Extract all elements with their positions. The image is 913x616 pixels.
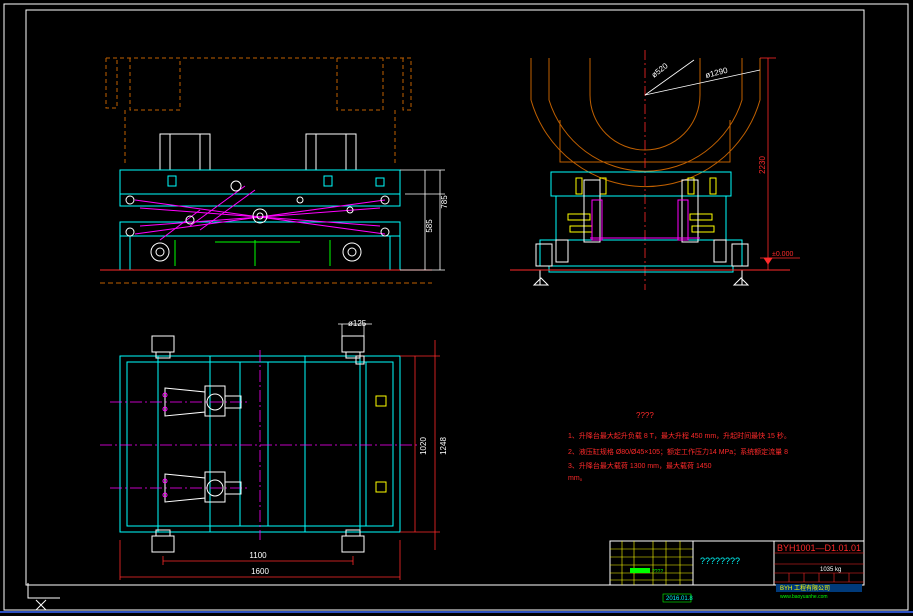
front-dim-585: 585 (425, 219, 434, 233)
side-elevation: ±0.000 (772, 251, 793, 258)
outer-frame (3, 3, 909, 611)
inner-frame (25, 9, 865, 586)
notes-line-3: 3、升降台最大载荷 1300 mm，最大载荷 1450 (568, 461, 712, 470)
plan-view: ø125 1100 1600 1020 1248 (100, 319, 448, 580)
side-dia-520: ø520 (650, 61, 670, 80)
front-view: 585 785 (100, 57, 449, 284)
plan-dia-125: ø125 (348, 319, 367, 328)
front-dim-785: 785 (440, 195, 449, 209)
plan-dim-1100: 1100 (249, 551, 267, 560)
title-drawing-number: BYH1001—D1.01.01 (777, 543, 861, 553)
title-company: BYH 工程有限公司 (780, 584, 830, 592)
plan-dim-1020: 1020 (419, 437, 428, 455)
notes-heading: ???? (636, 411, 654, 420)
title-name: ???????? (700, 556, 740, 566)
cad-drawing-canvas: 585 785 ø520 ø1290 2230 ±0.000 ø125 1100… (0, 3, 913, 613)
title-block: ???? 2016.01.8 ???????? BYH1001—D1.01.01… (609, 540, 865, 603)
notes-line-1: 1、升降台最大起升负载 8 T，最大升程 450 mm，升起时间最快 15 秒。 (568, 431, 791, 440)
notes-line-4: mm。 (568, 475, 587, 482)
title-green-label: ???? (652, 569, 663, 575)
ucs-icon (27, 583, 60, 611)
title-weight: 1035 kg (820, 567, 841, 573)
plan-dim-1600: 1600 (251, 567, 269, 576)
side-dim-2230: 2230 (758, 156, 767, 174)
title-website: www.baoyuanhe.com (780, 594, 828, 600)
technical-notes: ???? 1、升降台最大起升负载 8 T，最大升程 450 mm，升起时间最快 … (568, 411, 791, 482)
plan-dim-1248: 1248 (439, 437, 448, 455)
notes-line-2: 2、液压缸规格 Ø80/Ø45×105；额定工作压力14 MPa；系统额定流量 … (568, 447, 788, 456)
side-view: ø520 ø1290 2230 ±0.000 (510, 50, 800, 290)
title-date: 2016.01.8 (666, 596, 693, 602)
